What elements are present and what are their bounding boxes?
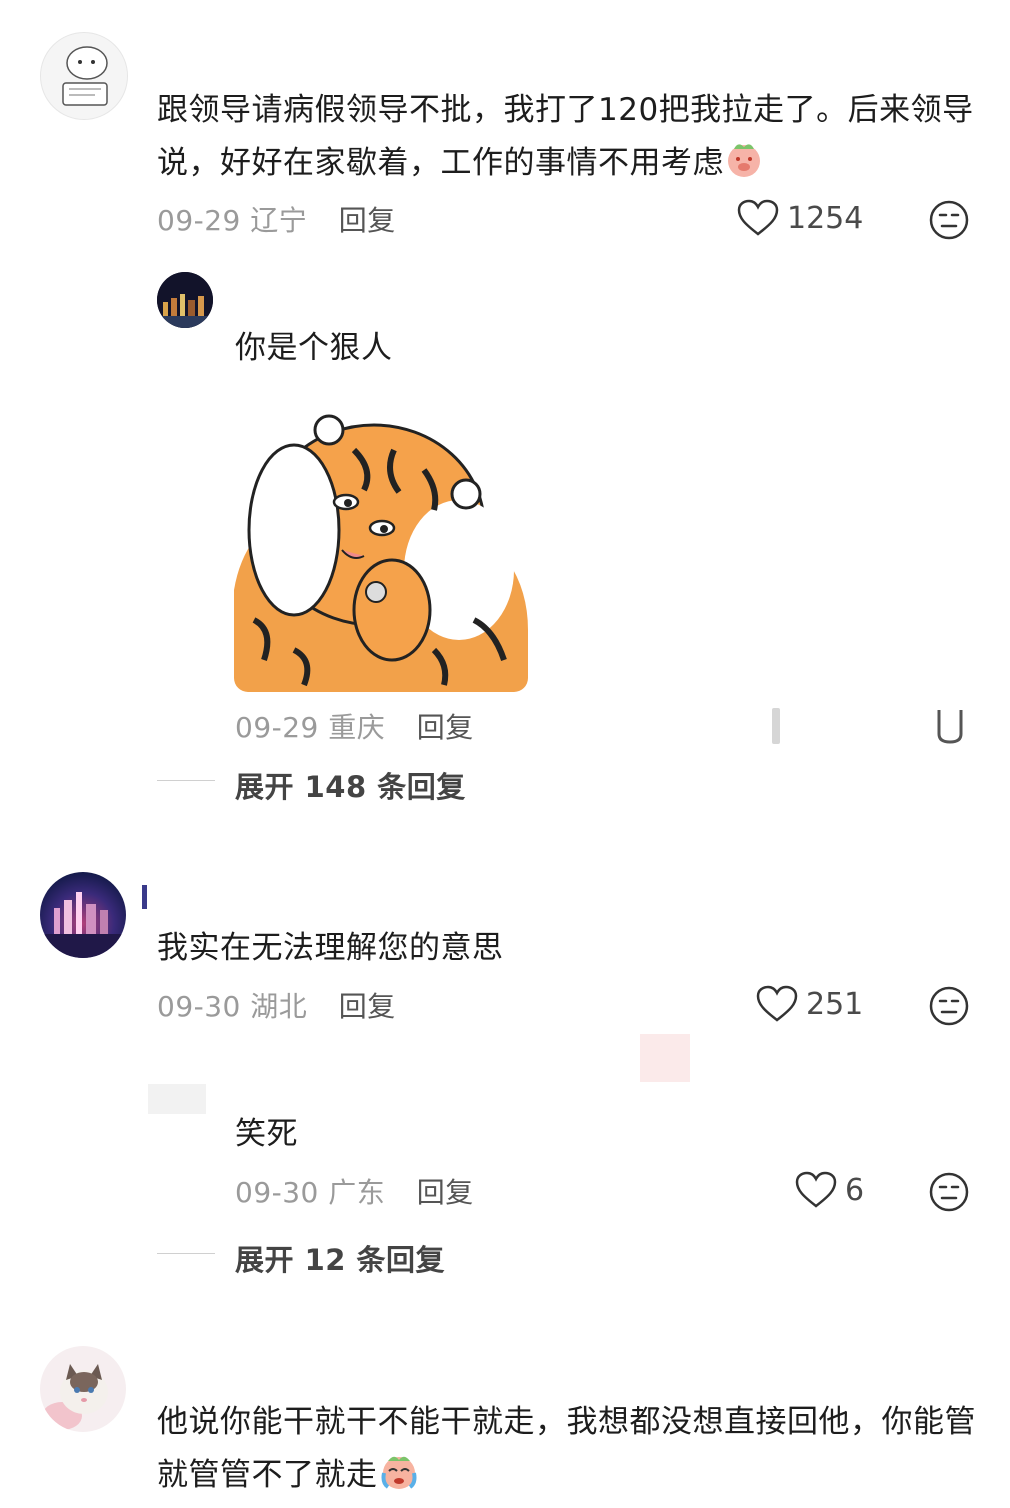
crying-face-emoji-icon <box>378 1451 420 1508</box>
dislike-button[interactable] <box>928 1171 970 1213</box>
comment-location: 辽宁 <box>250 204 308 237</box>
comment-date: 09-30 <box>157 990 241 1023</box>
reply-meta: 09-29 重庆 回复 <box>235 706 474 746</box>
comment-text: 跟领导请病假领导不批，我打了120把我拉走了。后来领导说，好好在家歇着，工作的事… <box>157 84 977 196</box>
reply-date: 09-29 <box>235 711 319 744</box>
reply-location: 广东 <box>328 1176 386 1209</box>
reply-location: 重庆 <box>328 711 386 744</box>
heart-icon <box>795 1171 837 1208</box>
like-count: 6 <box>845 1172 865 1208</box>
neutral-face-icon <box>929 1172 969 1212</box>
comment-text: 我实在无法理解您的意思 <box>157 930 504 966</box>
reply-text: 笑死 <box>235 1116 298 1152</box>
like-button[interactable]: 6 <box>795 1171 864 1209</box>
expand-replies-button[interactable]: 展开 148 条回复 <box>235 764 466 806</box>
avatar[interactable] <box>40 872 126 958</box>
reply-text: 你是个狠人 <box>235 330 393 366</box>
like-button[interactable]: 1254 <box>737 199 863 237</box>
tiger-sticker-icon <box>234 410 528 692</box>
heart-icon <box>737 199 779 236</box>
cartoon-bear-avatar-icon <box>41 33 127 119</box>
reply-button[interactable]: 回复 <box>417 711 474 744</box>
avatar[interactable] <box>157 272 213 328</box>
obscured-like-button[interactable] <box>772 708 780 744</box>
dislike-button[interactable] <box>928 985 970 1027</box>
neutral-face-icon <box>937 710 963 744</box>
neutral-face-icon <box>929 200 969 240</box>
comment-meta: 09-29 辽宁 回复 <box>157 199 396 239</box>
comment-location: 湖北 <box>250 990 308 1023</box>
dislike-button[interactable] <box>928 199 970 241</box>
avatar[interactable] <box>40 32 128 120</box>
pig-emoji-icon <box>724 139 764 196</box>
like-button[interactable]: 251 <box>756 985 863 1023</box>
night-city-avatar-icon <box>157 272 213 328</box>
expand-replies-button[interactable]: 展开 12 条回复 <box>235 1237 445 1279</box>
dislike-button[interactable] <box>935 708 965 746</box>
reply-button[interactable]: 回复 <box>339 990 396 1023</box>
comment-meta: 09-30 湖北 回复 <box>157 985 396 1025</box>
tiger-sticker[interactable] <box>234 410 528 692</box>
reply-button[interactable]: 回复 <box>339 204 396 237</box>
cat-avatar-icon <box>40 1346 126 1432</box>
divider <box>157 1253 215 1254</box>
heart-icon <box>756 985 798 1022</box>
avatar[interactable] <box>40 1346 126 1432</box>
badge <box>142 885 147 909</box>
neutral-face-icon <box>929 986 969 1026</box>
reply-button[interactable]: 回复 <box>417 1176 474 1209</box>
divider <box>157 780 215 781</box>
like-count: 251 <box>806 986 864 1022</box>
blur-patch <box>640 1034 690 1082</box>
night-skyline-avatar-icon <box>40 872 126 958</box>
avatar[interactable] <box>148 1084 206 1114</box>
reply-date: 09-30 <box>235 1176 319 1209</box>
comment-text: 他说你能干就干不能干就走，我想都没想直接回他，你能管就管管不了就走 <box>157 1396 977 1508</box>
comment-date: 09-29 <box>157 204 241 237</box>
reply-meta: 09-30 广东 回复 <box>235 1171 474 1211</box>
like-count: 1254 <box>787 200 864 236</box>
